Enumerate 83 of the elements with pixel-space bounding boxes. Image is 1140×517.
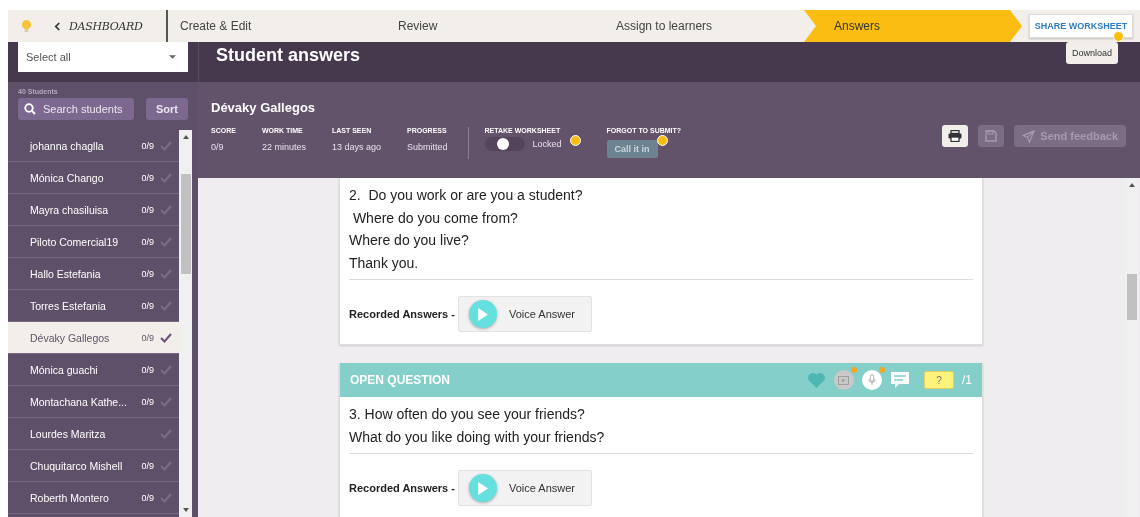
check-icon	[160, 460, 172, 471]
check-icon	[160, 332, 172, 343]
student-name: Piloto Comercial19	[30, 235, 120, 248]
stat-value: Submitted	[407, 142, 448, 152]
student-name: Dévaky Gallegos	[30, 331, 111, 344]
share-worksheet-button[interactable]: SHARE WORKSHEET	[1028, 14, 1134, 38]
question-text: Where do you come from?	[351, 208, 519, 228]
student-score: 0/9	[141, 364, 154, 375]
search-field[interactable]: Search students	[18, 98, 134, 120]
stat-value: 22 minutes	[261, 142, 306, 152]
scrollbar-thumb[interactable]	[180, 174, 191, 274]
check-icon	[160, 492, 172, 503]
check-icon	[160, 364, 172, 375]
student-score: 0/9	[141, 268, 154, 279]
check-icon	[160, 428, 172, 439]
check-icon	[160, 204, 172, 215]
question-text: Thank you.	[349, 253, 420, 273]
student-score: 0/9	[141, 460, 154, 471]
student-score: 0/9	[141, 332, 154, 343]
scroll-up-icon[interactable]	[182, 135, 189, 139]
search-icon	[24, 103, 36, 115]
printer-icon	[948, 130, 963, 142]
print-button[interactable]	[942, 125, 969, 147]
scrollbar-thumb[interactable]	[1126, 274, 1137, 320]
check-icon	[160, 172, 172, 183]
recorded-answers-label: Recorded Answers -	[349, 308, 455, 320]
student-name: Chuquitarco Mishell	[30, 459, 124, 472]
check-icon	[160, 236, 172, 247]
caret-icon	[169, 55, 176, 59]
scroll-up-icon[interactable]	[1128, 183, 1135, 187]
lightbulb-icon	[21, 19, 32, 33]
toggle-label: Locked	[532, 139, 562, 149]
check-icon	[160, 140, 172, 151]
recorded-answers-label: Recorded Answers -	[349, 482, 455, 494]
question-text: 3. How often do you see your friends?	[349, 405, 586, 424]
student-score: 0/9	[141, 140, 154, 151]
student-score: 0/9	[141, 300, 154, 311]
play-icon	[468, 300, 497, 328]
comment-icon[interactable]	[890, 371, 910, 389]
student-name: Mayra chasiluisa	[30, 203, 110, 216]
student-name: Roberth Montero	[30, 491, 110, 504]
voice-answer-button[interactable]: Voice Answer	[457, 470, 592, 506]
question-text: Where do you live?	[349, 231, 470, 250]
sort-button[interactable]: Sort	[146, 98, 188, 120]
student-score: 0/9	[141, 204, 154, 215]
student-score: 0/9	[141, 172, 154, 183]
question-text: 2. Do you work or are you a student?	[349, 186, 584, 205]
heart-icon[interactable]	[807, 371, 826, 389]
video-icon[interactable]	[834, 370, 854, 390]
voice-answer-button[interactable]: Voice Answer	[457, 296, 592, 332]
student-name: Torres Estefania	[30, 299, 107, 312]
student-score: 0/9	[141, 492, 154, 503]
student-row[interactable]: Dévaky Gallegos 0/9	[8, 322, 179, 354]
lock-toggle[interactable]	[484, 137, 525, 151]
student-name: Hallo Estefania	[30, 267, 102, 280]
student-score: 0/9	[141, 396, 154, 407]
student-name: johanna chaglla	[30, 139, 105, 152]
student-name: Dévaky Gallegos	[211, 100, 317, 115]
download-button[interactable]: Download	[1065, 42, 1118, 64]
play-icon	[468, 474, 497, 502]
stat-value: 13 days ago	[331, 142, 381, 152]
student-name: Mónica guachi	[30, 363, 99, 376]
microphone-icon[interactable]	[862, 370, 882, 390]
paper-plane-icon	[1022, 129, 1036, 143]
page-title: Student answers	[216, 44, 361, 67]
select-all-dropdown[interactable]: Select all	[18, 42, 188, 72]
step-tab[interactable]: Answers	[804, 10, 1022, 42]
scroll-down-icon[interactable]	[182, 508, 189, 512]
question-text: What do you like doing with your friends?	[349, 427, 606, 447]
max-score: /1	[962, 373, 972, 387]
score-input[interactable]: ?	[924, 371, 954, 389]
student-name: Montachana Kathe...	[30, 395, 128, 408]
student-name: Mónica Chango	[30, 171, 105, 184]
stat-value: 0/9	[211, 142, 225, 152]
check-icon	[160, 300, 172, 311]
scrollbar[interactable]	[179, 130, 192, 517]
question-type: OPEN QUESTION	[350, 373, 450, 387]
check-icon	[160, 268, 172, 279]
student-score: 0/9	[141, 236, 154, 247]
save-button[interactable]	[978, 125, 1005, 147]
check-icon	[160, 396, 172, 407]
student-name: Lourdes Maritza	[30, 427, 107, 440]
chevron-left-icon	[54, 21, 61, 31]
